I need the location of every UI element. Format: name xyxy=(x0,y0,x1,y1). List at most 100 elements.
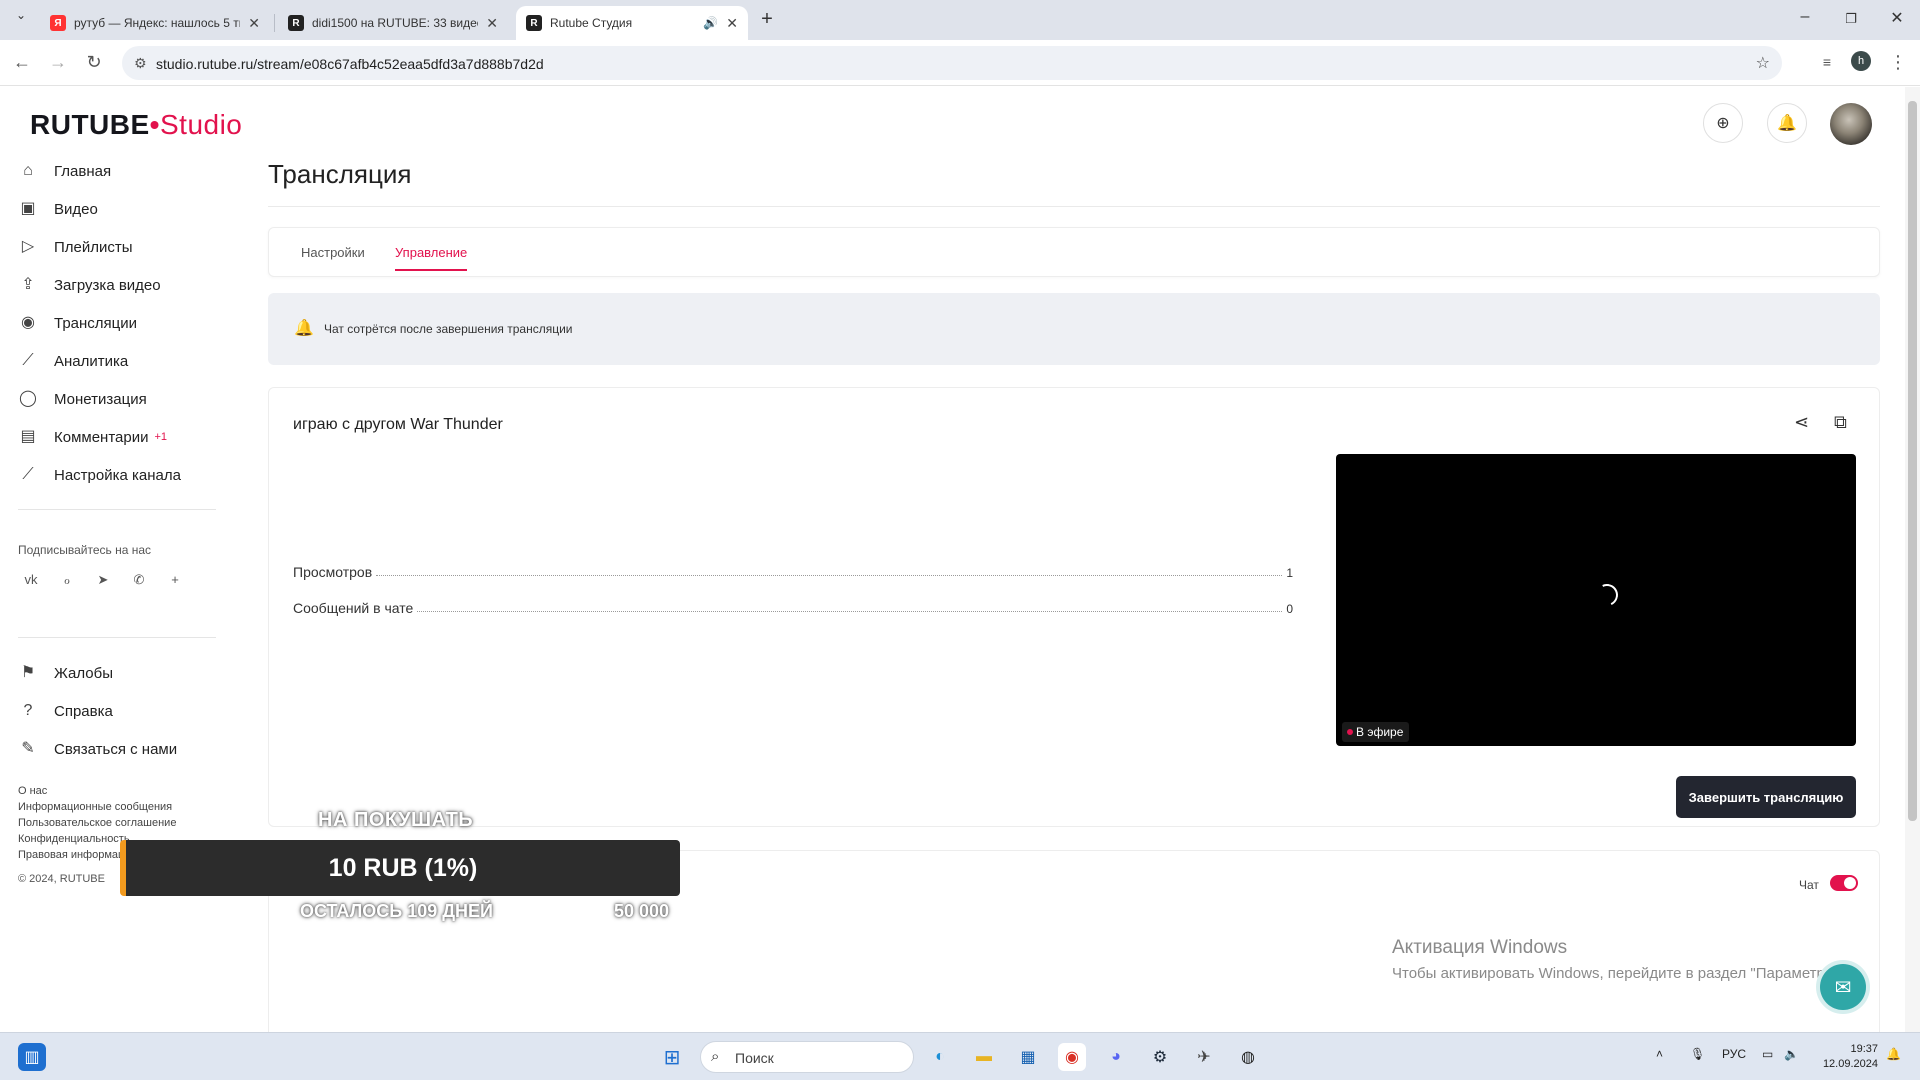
steam-icon[interactable]: ⚙ xyxy=(1146,1043,1174,1071)
sidebar-item-playlists[interactable]: ▷ Плейлисты xyxy=(18,235,133,259)
broadcast-icon: ◉ xyxy=(21,314,35,331)
tab-search-chevron-icon[interactable]: ⌄ xyxy=(6,8,36,22)
browser-tab-title: Rutube Студия xyxy=(550,16,633,30)
media-controls-icon[interactable]: ≡ xyxy=(1815,54,1839,70)
edge-icon[interactable]: ◐ xyxy=(926,1043,954,1071)
share-icon[interactable]: ⋖ xyxy=(1794,412,1809,433)
more-icon[interactable]: + xyxy=(162,567,188,593)
address-bar: ← → ↻ ⚙ studio.rutube.ru/stream/e08c67af… xyxy=(0,40,1920,86)
support-chat-icon[interactable]: ✉ xyxy=(1820,964,1866,1010)
tab-management[interactable]: Управление xyxy=(395,245,467,260)
telegram-icon[interactable]: ➤ xyxy=(90,567,116,593)
close-tab-icon[interactable]: ✕ xyxy=(248,15,260,32)
studio-page: RUTUBE•Studio ⌂ Главная ▣ Видео ▷ Плейлисты… xyxy=(0,87,1920,1032)
window-close-icon[interactable]: ✕ xyxy=(1882,8,1912,28)
widgets-icon[interactable]: ▥ xyxy=(18,1043,46,1071)
sidebar-item-monetization[interactable]: ◯ Монетизация xyxy=(18,387,147,411)
site-info-icon[interactable]: ⚙ xyxy=(134,55,147,72)
url-field[interactable]: ⚙ studio.rutube.ru/stream/e08c67afb4c52e… xyxy=(122,46,1782,80)
windows-start-icon[interactable]: ⊞ xyxy=(658,1043,686,1071)
ok-icon[interactable]: ℴ xyxy=(54,567,80,593)
add-content-icon[interactable]: ⊕ xyxy=(1703,103,1743,143)
comments-badge: +1 xyxy=(154,431,168,443)
footer-link-about[interactable]: О нас xyxy=(18,785,47,797)
dotted-leader xyxy=(376,575,1283,576)
taskbar-search[interactable]: ⌕ Поиск xyxy=(700,1041,914,1073)
stream-preview-player[interactable]: В эфире xyxy=(1336,454,1856,746)
taskbar-clock[interactable]: 19:37 12.09.2024 xyxy=(1812,1042,1878,1072)
microphone-icon[interactable]: 🎙 xyxy=(1690,1047,1705,1061)
store-icon[interactable]: ▦ xyxy=(1014,1043,1042,1071)
sidebar-item-comments[interactable]: ▤ Комментарии +1 xyxy=(18,425,167,449)
stat-value: 1 xyxy=(1286,566,1293,580)
scrollbar-thumb[interactable] xyxy=(1908,101,1917,821)
chat-toggle[interactable] xyxy=(1830,875,1858,891)
donation-goal-title: НА ПОКУШАТЬ xyxy=(318,809,474,831)
footer-link-legal[interactable]: Правовая информация xyxy=(18,849,136,861)
sidebar-item-upload[interactable]: ⇪ Загрузка видео xyxy=(18,273,160,297)
open-external-icon[interactable]: ⧉ xyxy=(1834,412,1847,433)
chat-notice: 🔔 Чат сотрётся после завершения трансляц… xyxy=(268,293,1880,365)
browser-tab-1[interactable]: Я рутуб — Яндекс: нашлось 5 ты ✕ xyxy=(40,6,270,40)
sidebar-item-complaints[interactable]: ⚑ Жалобы xyxy=(18,661,113,685)
donation-goal-value: 50 000 xyxy=(614,901,670,921)
new-tab-icon[interactable]: + xyxy=(752,8,782,31)
stat-label: Сообщений в чате xyxy=(293,600,414,616)
user-avatar[interactable] xyxy=(1830,103,1872,145)
close-tab-icon[interactable]: ✕ xyxy=(726,15,738,32)
audio-playing-icon[interactable]: 🔊 xyxy=(703,16,718,30)
reload-icon[interactable]: ↻ xyxy=(82,52,106,73)
viber-icon[interactable]: ✆ xyxy=(126,567,152,593)
close-tab-icon[interactable]: ✕ xyxy=(486,15,498,32)
upload-icon: ⇪ xyxy=(21,276,35,293)
sidebar-item-broadcasts[interactable]: ◉ Трансляции xyxy=(18,311,137,335)
browser-menu-icon[interactable]: ⋮ xyxy=(1886,52,1910,73)
donation-progress-bar: 10 RUB (1%) xyxy=(120,840,680,896)
footer-link-info[interactable]: Информационные сообщения xyxy=(18,801,172,813)
contact-icon: ✎ xyxy=(21,740,35,757)
title-divider xyxy=(268,206,1880,207)
sidebar-item-label: Связаться с нами xyxy=(54,740,178,758)
sidebar-item-help[interactable]: ? Справка xyxy=(18,699,113,723)
tab-settings[interactable]: Настройки xyxy=(301,245,365,260)
notification-center-icon[interactable]: 🔔 xyxy=(1886,1047,1901,1061)
footer-link-privacy[interactable]: Конфиденциальность xyxy=(18,833,130,845)
page-title: Трансляция xyxy=(268,159,412,189)
vk-icon[interactable]: vk xyxy=(18,567,44,593)
tray-chevron-icon[interactable]: ˄ xyxy=(1656,1047,1663,1061)
language-indicator[interactable]: РУС xyxy=(1722,1047,1746,1061)
minimize-icon[interactable]: – xyxy=(1790,8,1820,26)
bookmark-star-icon[interactable]: ☆ xyxy=(1756,53,1770,73)
notifications-bell-icon[interactable]: 🔔 xyxy=(1767,103,1807,143)
rutube-studio-logo[interactable]: RUTUBE•Studio xyxy=(30,109,242,141)
sidebar-item-home[interactable]: ⌂ Главная xyxy=(18,159,111,183)
sidebar-item-label: Трансляции xyxy=(54,314,138,332)
browser-tab-2[interactable]: R didi1500 на RUTUBE: 33 видео ✕ xyxy=(278,6,508,40)
stream-card: играю с другом War Thunder ⋖ ⧉ Просмотро… xyxy=(268,387,1880,827)
chrome-icon[interactable]: ◉ xyxy=(1058,1043,1086,1071)
footer-link-terms[interactable]: Пользовательское соглашение xyxy=(18,817,176,829)
search-icon: ⌕ xyxy=(711,1048,720,1065)
profile-avatar-icon[interactable]: h xyxy=(1851,51,1871,71)
sidebar-item-channel-settings[interactable]: ⟋ Настройка канала xyxy=(18,463,181,487)
donation-days-left: ОСТАЛОСЬ 109 ДНЕЙ xyxy=(300,901,493,921)
tabs-card: Настройки Управление xyxy=(268,227,1880,277)
sidebar-item-contact[interactable]: ✎ Связаться с нами xyxy=(18,737,177,761)
volume-icon[interactable]: 🔈 xyxy=(1784,1047,1799,1061)
file-explorer-icon[interactable]: ▬ xyxy=(970,1043,998,1071)
rutube-favicon-icon: R xyxy=(526,15,542,31)
discord-icon[interactable]: ◕ xyxy=(1102,1043,1130,1071)
forward-icon[interactable]: → xyxy=(46,52,70,73)
sidebar-item-video[interactable]: ▣ Видео xyxy=(18,197,97,221)
obs-icon[interactable]: ◍ xyxy=(1234,1043,1262,1071)
restore-icon[interactable]: ❐ xyxy=(1836,11,1866,27)
sidebar-item-analytics[interactable]: ⟋ Аналитика xyxy=(18,349,128,373)
browser-tabbar: ⌄ Я рутуб — Яндекс: нашлось 5 ты ✕ R did… xyxy=(0,0,1920,40)
page-scrollbar[interactable] xyxy=(1905,87,1920,1032)
sidebar-divider xyxy=(18,637,216,638)
end-stream-button[interactable]: Завершить трансляцию xyxy=(1676,776,1856,818)
back-icon[interactable]: ← xyxy=(10,52,34,73)
war-thunder-icon[interactable]: ✈ xyxy=(1190,1043,1218,1071)
network-icon[interactable]: ▭ xyxy=(1762,1047,1773,1061)
browser-tab-3-active[interactable]: R Rutube Студия 🔊 ✕ xyxy=(516,6,748,40)
